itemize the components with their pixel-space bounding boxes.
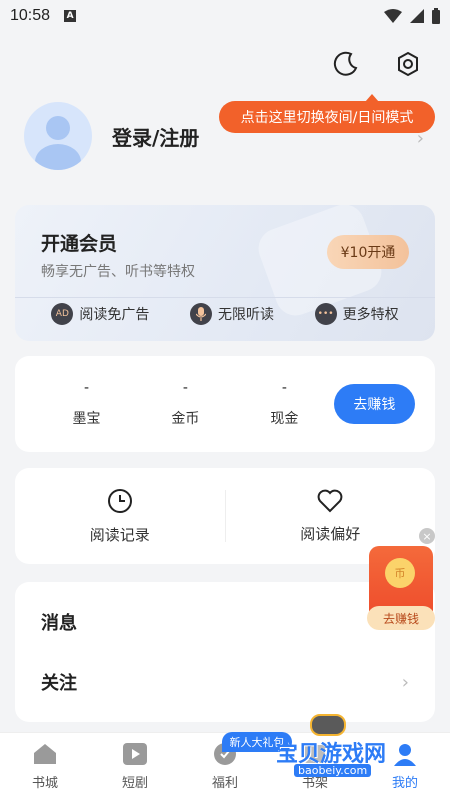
tab-short-drama[interactable]: 短剧 [100,742,170,791]
perk-more[interactable]: ••• 更多特权 [314,303,399,325]
wallet-value: - [182,380,188,396]
login-register-text[interactable]: 登录/注册 [112,122,199,151]
list-item-label: 消息 [41,613,77,634]
settings-gear-icon[interactable] [394,50,422,78]
perk-label: 无限听读 [217,307,274,323]
night-mode-tooltip[interactable]: 点击这里切换夜间/日间模式 [219,94,435,133]
floating-earn-widget[interactable]: × 币 去赚钱 [367,528,437,632]
wallet-value: - [83,380,89,396]
tab-bookstore[interactable]: 书城 [10,742,80,791]
watermark-url: baobeiy.com [294,764,372,777]
avatar[interactable] [24,102,92,170]
gamepad-icon [310,714,346,736]
vip-subtitle: 畅享无广告、听书等特权 [41,264,195,280]
ad-icon: AD [51,303,74,325]
perk-no-ads[interactable]: AD 阅读免广告 [51,303,149,325]
wallet-value: - [281,380,287,396]
status-right [384,8,440,24]
wallet-item-coins[interactable]: - 金币 [136,380,235,428]
watermark: 宝贝游戏网 baobeiy.com [270,714,430,784]
tab-label: 书城 [31,776,58,791]
coin-icon: 币 [385,558,415,588]
vip-card[interactable]: 开通会员 畅享无广告、听书等特权 ¥10开通 AD 阅读免广告 无限听读 •••… [15,205,435,341]
mic-icon [189,303,212,325]
chevron-right-icon: › [401,671,409,693]
wifi-icon [384,9,402,23]
wallet-item-mobao[interactable]: - 墨宝 [37,380,136,428]
top-actions [332,50,422,78]
heart-icon [317,489,343,512]
signal-icon [410,9,424,23]
wallet-label: 现金 [270,411,299,427]
status-time: 10:58 [10,7,51,24]
tab-label: 短剧 [121,776,148,791]
perk-unlimited-listen[interactable]: 无限听读 [189,303,274,325]
reading-history-label: 阅读记录 [89,525,150,544]
wallet-label: 墨宝 [72,411,101,427]
vip-title: 开通会员 [41,233,118,255]
night-mode-icon[interactable] [332,50,360,78]
earn-money-button[interactable]: 去赚钱 [333,384,415,424]
home-icon [32,742,58,766]
play-icon [122,742,148,766]
close-icon[interactable]: × [419,528,435,544]
floating-earn-label[interactable]: 去赚钱 [367,606,435,630]
more-icon: ••• [314,303,337,325]
vip-divider [15,297,435,298]
vip-perks: AD 阅读免广告 无限听读 ••• 更多特权 [15,303,435,325]
profile-header[interactable]: 登录/注册 [24,102,199,170]
perk-label: 阅读免广告 [79,307,150,323]
battery-icon [432,8,440,24]
reading-history[interactable]: 阅读记录 [15,488,225,545]
wallet-label: 金币 [171,411,200,427]
wallet-item-cash[interactable]: - 现金 [235,380,334,428]
tab-label: 福利 [211,776,238,791]
vip-open-button[interactable]: ¥10开通 [327,235,409,269]
avatar-head [46,116,70,140]
avatar-body [35,144,81,170]
notification-a-icon: A [64,10,77,22]
reading-preference-label: 阅读偏好 [300,524,361,543]
perk-label: 更多特权 [342,307,399,323]
list-item-follow[interactable]: 关注 › [15,652,435,712]
clock-icon [107,488,132,513]
status-bar: 10:58 A [0,0,450,32]
list-item-label: 关注 [41,673,77,694]
wallet-card: - 墨宝 - 金币 - 现金 去赚钱 [15,356,435,452]
